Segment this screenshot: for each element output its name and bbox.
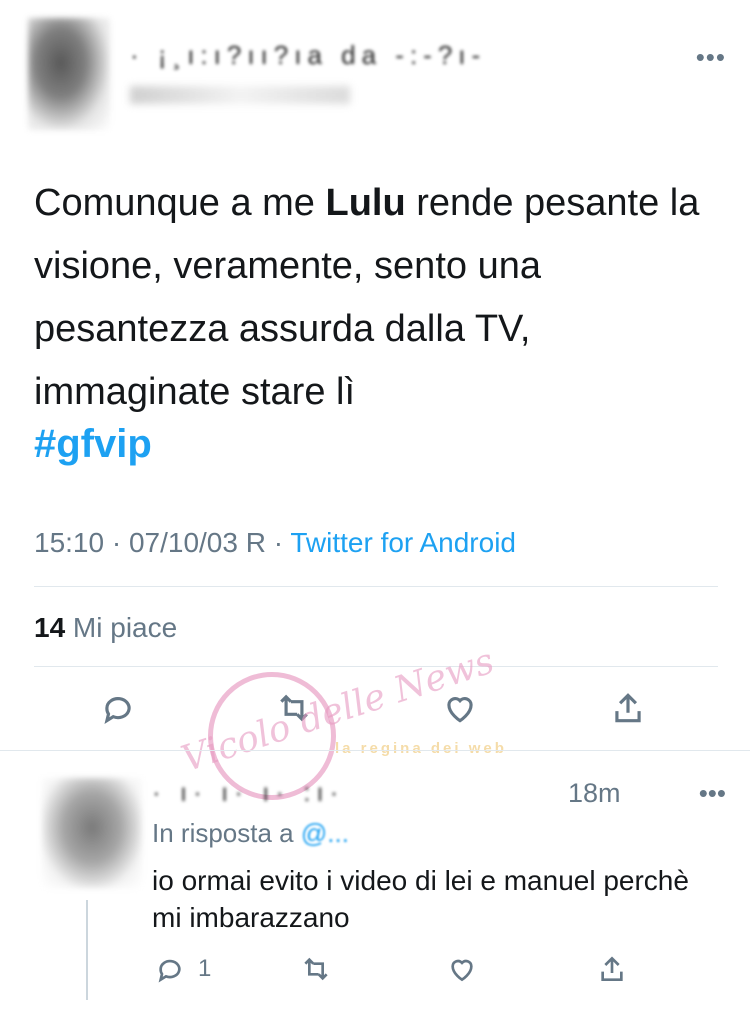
- reply-like-button[interactable]: [446, 952, 478, 986]
- reply-share-button[interactable]: [596, 952, 628, 986]
- reply-count: 1: [198, 955, 212, 982]
- in-reply-handle[interactable]: @...: [301, 818, 349, 848]
- share-icon: [615, 693, 641, 723]
- likes-count: 14: [34, 612, 66, 643]
- reply-text: io ormai evito i video di lei e manuel p…: [152, 865, 689, 933]
- thread-line: [86, 900, 88, 1000]
- in-reply-to: In risposta a @...: [152, 818, 349, 849]
- divider: [34, 666, 718, 667]
- in-reply-prefix: In risposta a: [152, 818, 301, 848]
- tweet-text: Comunque a me Lulu rende pesante la visi…: [34, 172, 714, 424]
- likes-stat[interactable]: 14 Mi piace: [34, 612, 177, 644]
- tweet-text-bold: Lulu: [325, 182, 406, 224]
- reply-time: 18m: [568, 778, 621, 808]
- share-button[interactable]: [606, 686, 650, 730]
- author-name-obscured[interactable]: · ¡¸ı:ı?ıı?ıa da -:-?ı-: [130, 40, 640, 74]
- reply-retweet-button[interactable]: [300, 952, 332, 986]
- likes-label: Mi piace: [65, 612, 178, 643]
- author-handle-obscured: [130, 86, 350, 104]
- reply-separator: [0, 750, 750, 751]
- reply-more-options-button[interactable]: •••: [699, 778, 726, 809]
- divider: [34, 586, 718, 587]
- like-icon: [451, 959, 473, 982]
- retweet-icon: [304, 957, 328, 981]
- reply-button[interactable]: [96, 686, 140, 730]
- tweet-meta: 15:10 · 07/10/03 R · Twitter for Android: [34, 527, 516, 559]
- reply-icon: [158, 959, 181, 983]
- more-options-button[interactable]: •••: [696, 42, 726, 73]
- tweet-timestamp: 15:10 · 07/10/03 R ·: [34, 527, 291, 558]
- tweet-source-link[interactable]: Twitter for Android: [290, 527, 516, 558]
- tweet-text-part1: Comunque a me: [34, 182, 326, 224]
- watermark-band: la regina dei web: [335, 740, 507, 757]
- reply-author-name-obscured[interactable]: · ı· ı· ı· :ı·: [152, 777, 562, 807]
- author-avatar[interactable]: [28, 18, 110, 130]
- hashtag-link[interactable]: #gfvip: [34, 422, 152, 467]
- reply-icon: [104, 697, 131, 725]
- share-icon: [601, 956, 623, 981]
- reply-reply-button[interactable]: 1: [154, 952, 211, 986]
- reply-author-avatar[interactable]: [42, 778, 142, 888]
